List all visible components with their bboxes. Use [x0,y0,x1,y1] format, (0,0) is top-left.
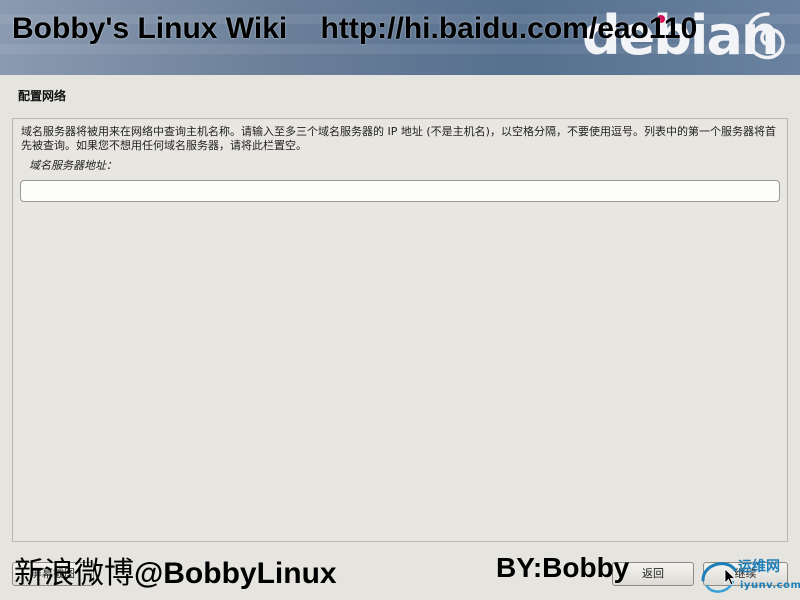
site-logo-text: 运维网 [738,559,780,575]
content-panel: 域名服务器将被用来在网络中查询主机名称。请输入至多三个域名服务器的 IP 地址 … [12,118,788,542]
weibo-watermark: 新浪微博@BobbyLinux [14,548,337,592]
debian-banner: debian Bobby's Linux Wiki http://hi.baid… [0,0,800,75]
mouse-cursor-icon [724,568,736,586]
weibo-label: 新浪微博 [14,556,134,591]
weibo-handle: @BobbyLinux [134,557,337,590]
help-text: 域名服务器将被用来在网络中查询主机名称。请输入至多三个域名服务器的 IP 地址 … [21,125,776,152]
wiki-watermark: Bobby's Linux Wiki http://hi.baidu.com/e… [12,12,698,45]
dns-server-input[interactable] [20,180,780,202]
dns-field-label: 域名服务器地址： [29,159,117,172]
debian-swirl-icon [746,12,785,60]
site-logo-domain: iyunv.com [740,580,800,591]
author-watermark: BY:Bobby [496,552,630,583]
page-title: 配置网络 [18,89,67,103]
